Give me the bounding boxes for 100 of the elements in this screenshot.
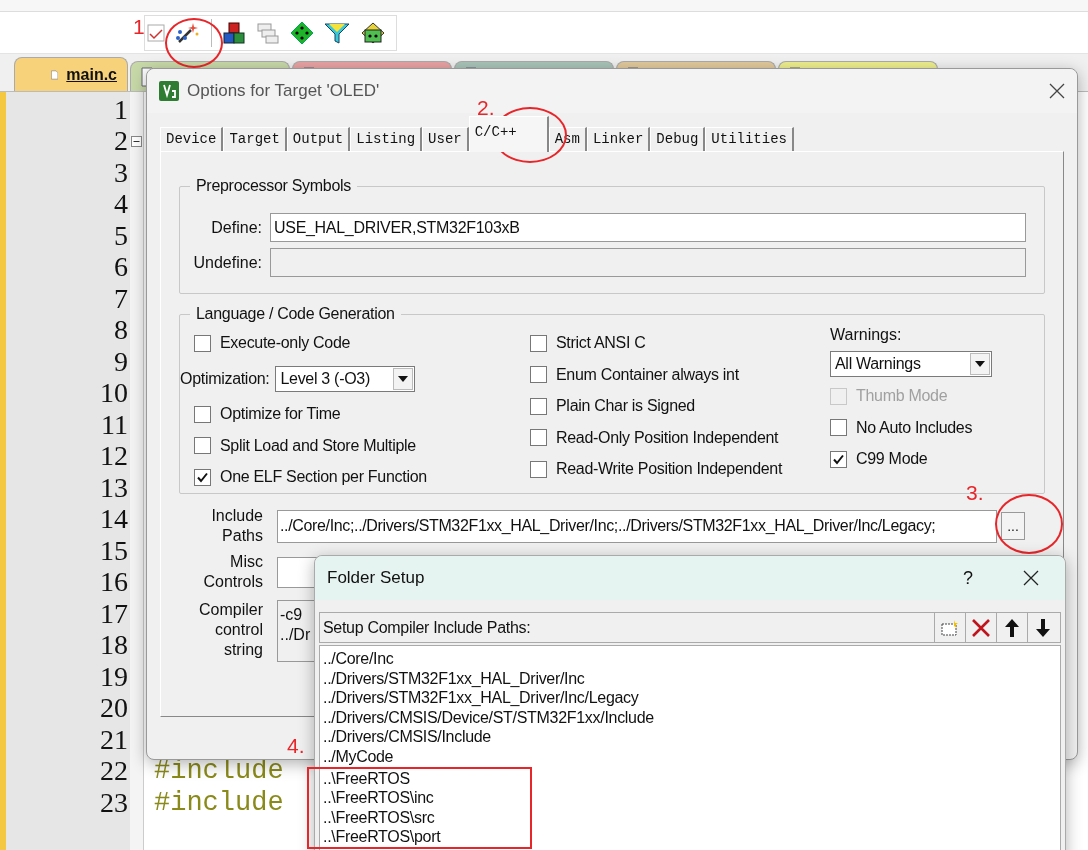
tab[interactable]: Linker (586, 127, 651, 151)
define-label: Define: (210, 217, 262, 238)
annotation-number: 4. (287, 735, 305, 757)
annotation-number: 2. (477, 97, 495, 119)
checkbox[interactable] (194, 468, 211, 486)
include-path-item[interactable]: ../Drivers/STM32F1xx_HAL_Driver/Inc/Legacy (323, 688, 639, 708)
undefine-field[interactable] (270, 248, 1026, 277)
include-path-item[interactable]: ..\FreeRTOS\port (323, 827, 441, 847)
checkbox-label: Plain Char is Signed (556, 396, 695, 416)
include-path-item[interactable]: ../Drivers/CMSIS/Device/ST/STM32F1xx/Include (323, 707, 654, 728)
line-number: 4 (114, 189, 128, 220)
checkbox-label: C99 Mode (856, 449, 928, 469)
compiler-string-line: -c9 (280, 605, 303, 625)
optimization-dropdown[interactable]: Level 3 (-O3) (275, 365, 416, 392)
misc-controls-label: Controls (203, 572, 263, 592)
undefine-label: Undefine: (192, 252, 262, 273)
checkbox[interactable] (194, 405, 211, 423)
include-paths-label: Include (211, 506, 263, 526)
dropdown-arrow-icon (398, 375, 409, 382)
tab[interactable]: Listing (350, 127, 423, 151)
checkbox[interactable] (194, 437, 211, 454)
misc-controls-label: Misc (230, 552, 263, 572)
tab[interactable]: User (422, 127, 469, 151)
line-number: 23 (100, 787, 128, 818)
help-button[interactable]: ? (963, 564, 973, 592)
group-title: Preprocessor Symbols (190, 176, 357, 196)
line-number: 14 (100, 504, 128, 535)
include-path-item[interactable]: ../Drivers/CMSIS/Include (323, 727, 491, 747)
checkbox-label: Read-Write Position Independent (556, 459, 783, 479)
list-label: Setup Compiler Include Paths: (323, 617, 532, 638)
checkbox-label: Strict ANSI C (556, 333, 646, 353)
line-number: 9 (114, 346, 128, 377)
checkbox-label: Enum Container always int (556, 364, 739, 385)
line-number: 12 (100, 441, 128, 472)
line-number: 20 (100, 693, 128, 724)
checkbox[interactable] (830, 419, 847, 436)
include-path-item[interactable]: ../Drivers/STM32F1xx_HAL_Driver/Inc (323, 668, 585, 689)
line-number: 7 (114, 283, 128, 314)
checkbox[interactable] (530, 334, 547, 352)
fold-toggle-icon[interactable] (131, 135, 142, 147)
tab[interactable]: Device (160, 127, 224, 151)
include-path-item[interactable]: ../Core/Inc (323, 649, 394, 669)
checkbox-label: Thumb Mode (856, 386, 948, 406)
line-number: 8 (114, 315, 128, 346)
tab[interactable]: Utilities (705, 127, 794, 151)
diamond-icon[interactable] (290, 20, 314, 45)
include-path-item[interactable]: ..\FreeRTOS\inc (323, 788, 434, 808)
line-number: 5 (114, 220, 128, 251)
window-title: Folder Setup (327, 567, 426, 590)
close-icon[interactable] (1049, 83, 1065, 99)
checkbox[interactable] (194, 334, 211, 352)
close-icon[interactable] (1023, 570, 1039, 586)
checkbox[interactable] (830, 450, 847, 468)
compiler-string-label: control (214, 620, 263, 640)
include-paths-label: Paths (222, 526, 263, 546)
define-field[interactable]: USE_HAL_DRIVER,STM32F103xB (270, 213, 1026, 242)
arrow-down-icon[interactable] (1035, 617, 1051, 638)
checkbox-label: Optimize for Time (220, 404, 341, 424)
tab[interactable]: Target (223, 127, 287, 151)
include-paths-field[interactable]: ../Core/Inc;../Drivers/STM32F1xx_HAL_Driver/Inc;../Drivers/STM32F1xx_HAL_Driver/Inc/Legacy; (277, 509, 997, 543)
checkbox-label: Read-Only Position Independent (556, 427, 779, 448)
checkbox[interactable] (530, 397, 547, 415)
annotation-number: 3. (966, 482, 984, 504)
line-number: 3 (114, 157, 128, 188)
compiler-string-label: string (223, 640, 263, 660)
include-path-item[interactable]: ..\FreeRTOS (323, 768, 410, 789)
include-path-item[interactable]: ..\FreeRTOS\src (323, 807, 435, 828)
compiler-string-label: Compiler (199, 600, 263, 620)
compiler-string-line: ../Dr (280, 625, 311, 645)
line-number: 11 (101, 409, 128, 440)
delete-icon[interactable] (971, 617, 991, 638)
line-number: 2 (114, 126, 128, 157)
line-number: 17 (100, 598, 128, 629)
optimization-label: Optimization: (180, 368, 270, 389)
checkbox[interactable] (530, 429, 547, 446)
app-logo-icon (159, 81, 179, 101)
code-line: #include (154, 755, 284, 788)
tab[interactable]: C/C++ (468, 116, 549, 152)
file-tab[interactable]: main.c (14, 57, 128, 91)
window-title: Options for Target 'OLED' (187, 80, 381, 103)
chip-board-icon[interactable] (360, 20, 386, 45)
line-number: 10 (100, 378, 128, 409)
include-path-item[interactable]: ../MyCode (323, 746, 394, 767)
line-number: 1 (114, 94, 128, 125)
line-number: 22 (100, 756, 128, 787)
tab[interactable]: Output (286, 127, 351, 151)
checkbox[interactable] (530, 366, 547, 383)
group-title: Language / Code Generation (190, 304, 401, 324)
checkbox[interactable] (530, 460, 547, 478)
line-number: 6 (114, 252, 128, 283)
browse-button[interactable]: ... (1001, 512, 1025, 540)
blocks-icon[interactable] (222, 20, 246, 45)
checkbox-label: One ELF Section per Function (220, 467, 427, 487)
dropdown-arrow-icon (975, 360, 985, 367)
line-number: 16 (100, 567, 128, 598)
annotation-number: 1 (133, 16, 145, 38)
funnel-icon[interactable] (324, 20, 350, 45)
warnings-dropdown[interactable]: All Warnings (830, 350, 992, 377)
tab[interactable]: Debug (650, 127, 706, 151)
arrow-up-icon[interactable] (1004, 617, 1020, 638)
